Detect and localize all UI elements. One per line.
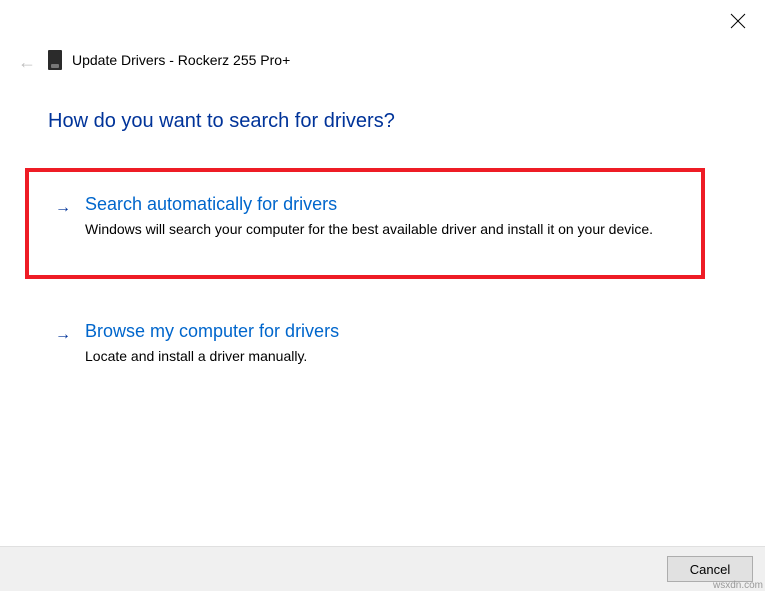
option-title: Browse my computer for drivers <box>85 321 677 342</box>
arrow-right-icon: → <box>55 199 71 217</box>
option-search-automatically[interactable]: → Search automatically for drivers Windo… <box>25 168 705 279</box>
footer-bar: Cancel <box>0 546 765 591</box>
watermark: wsxdn.com <box>713 580 763 591</box>
option-description: Windows will search your computer for th… <box>85 219 677 239</box>
page-heading: How do you want to search for drivers? <box>48 110 395 133</box>
cancel-button[interactable]: Cancel <box>667 556 753 582</box>
option-description: Locate and install a driver manually. <box>85 346 677 366</box>
window-title: Update Drivers - Rockerz 255 Pro+ <box>72 52 290 68</box>
option-body: Search automatically for drivers Windows… <box>85 194 677 239</box>
window-title-row: Update Drivers - Rockerz 255 Pro+ <box>48 50 290 70</box>
option-title: Search automatically for drivers <box>85 194 677 215</box>
options-list: → Search automatically for drivers Windo… <box>25 168 705 413</box>
arrow-right-icon: → <box>55 326 71 344</box>
back-arrow-icon: ← <box>18 52 36 73</box>
close-button[interactable] <box>729 12 747 30</box>
option-browse-computer[interactable]: → Browse my computer for drivers Locate … <box>25 303 705 388</box>
option-body: Browse my computer for drivers Locate an… <box>85 321 677 366</box>
device-icon <box>48 50 62 70</box>
